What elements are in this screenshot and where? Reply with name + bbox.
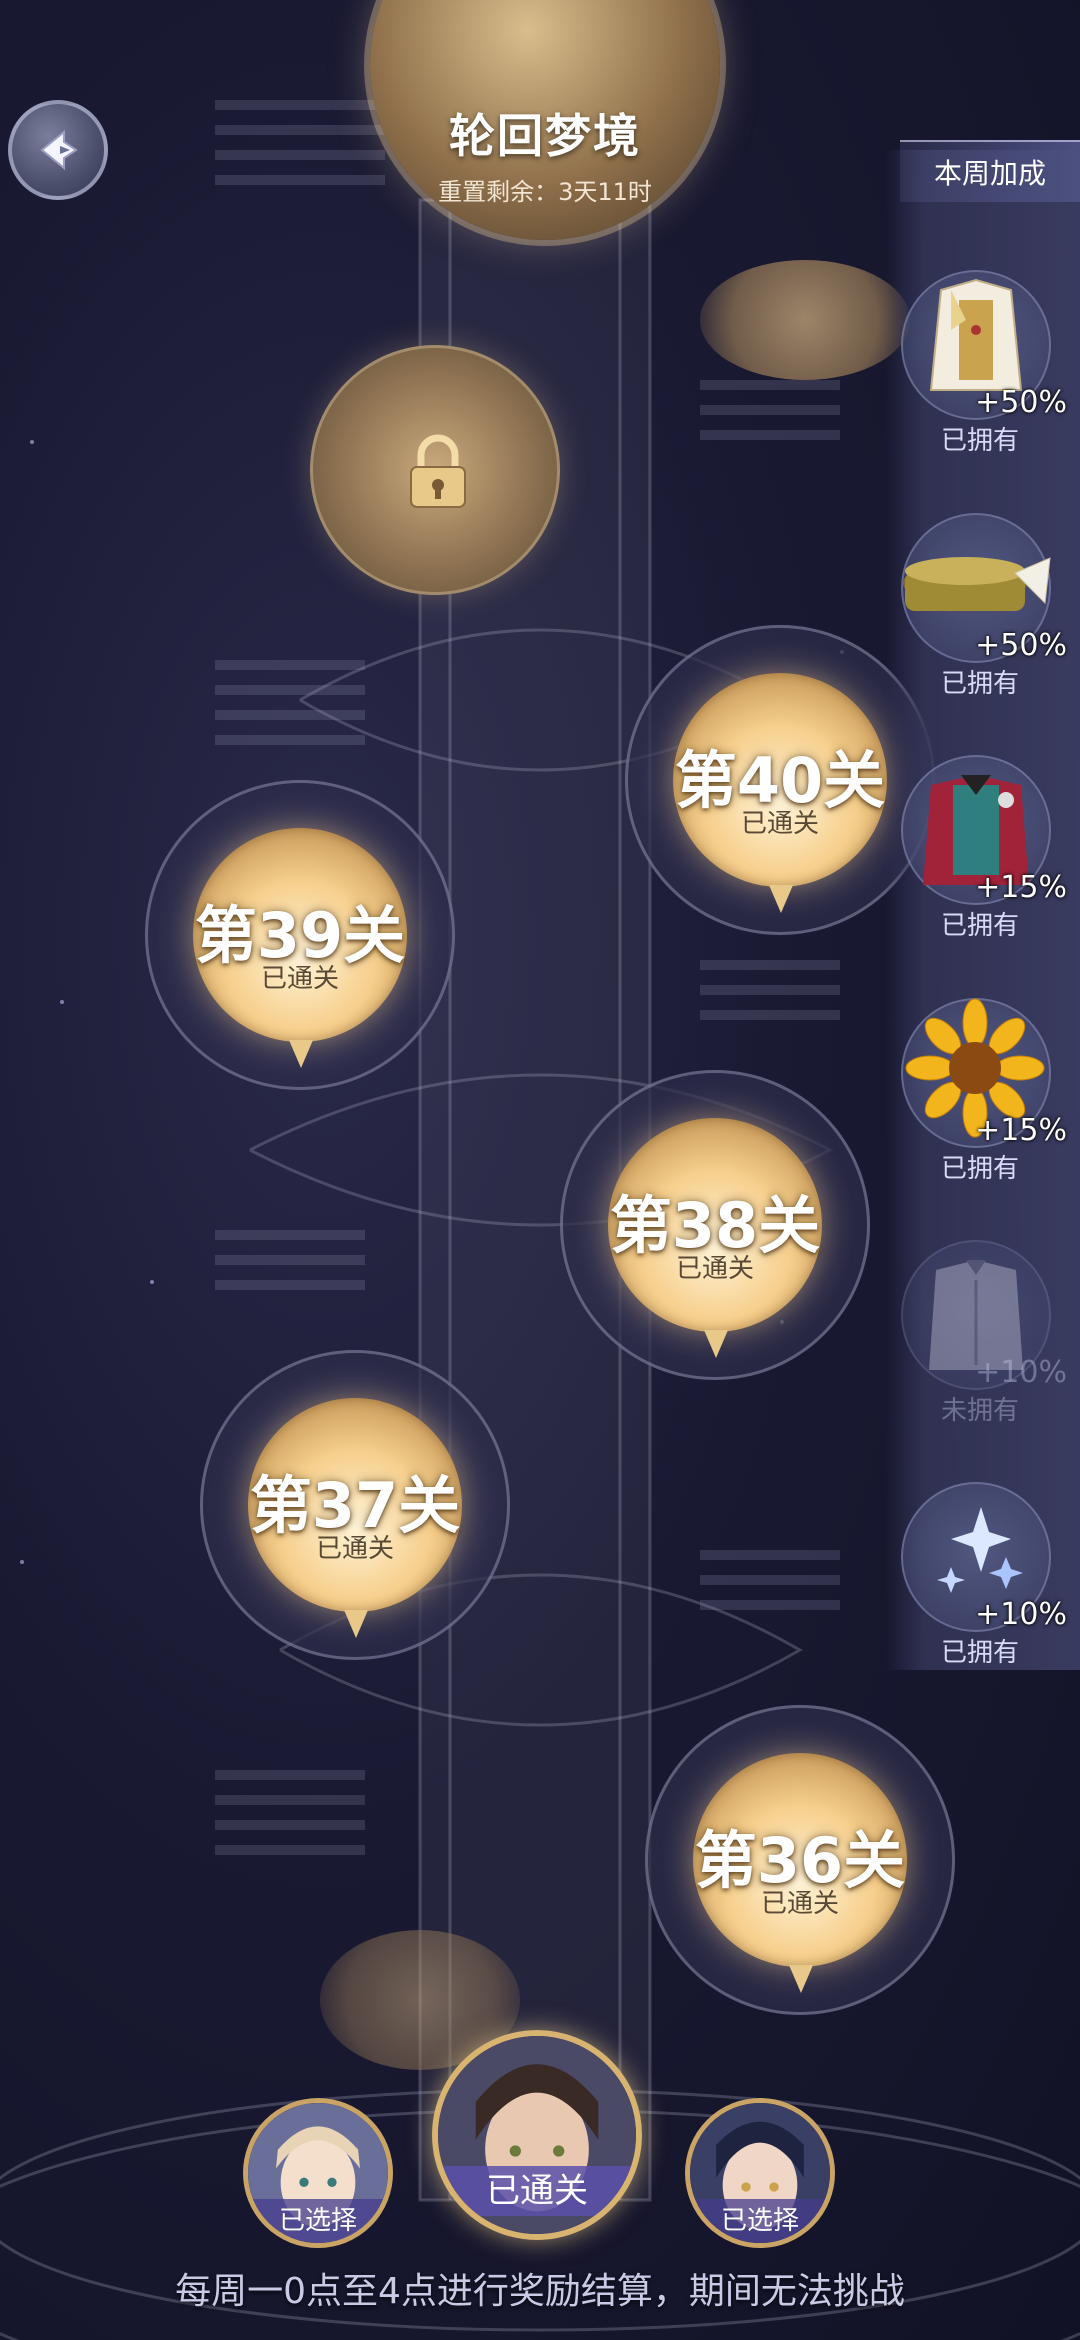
bonus-item-6[interactable]: +10% 已拥有 [895,1482,1075,1682]
upper-stage-glow [700,260,910,380]
settlement-notice: 每周一0点至4点进行奖励结算，期间无法挑战 [175,2271,905,2312]
stage-pointer [289,1040,313,1068]
bonus-status: 未拥有 [940,1396,1019,1426]
stage-node-36[interactable]: 第36关 已通关 [645,1705,955,2015]
lock-icon [410,434,466,508]
character-status: 已选择 [690,2199,830,2243]
bonus-item-2[interactable]: +50% 已拥有 [895,513,1075,713]
reset-timer: 重置剩余：3天11时 [438,178,652,206]
bonus-status: 已拥有 [940,1638,1019,1668]
character-slot-center[interactable]: 已通关 [432,2030,642,2240]
bonus-percent: +10% [975,1597,1067,1632]
character-slot-right[interactable]: 已选择 [685,2098,835,2248]
back-arrow-icon [40,129,78,171]
bonus-item-5[interactable]: +10% 未拥有 [895,1240,1075,1440]
bonus-item-1[interactable]: +50% 已拥有 [895,270,1075,470]
stage-node-38[interactable]: 第38关 已通关 [560,1070,870,1380]
stage-node-37[interactable]: 第37关 已通关 [200,1350,510,1660]
weekly-bonus-title[interactable]: 本周加成 [900,140,1080,202]
bonus-item-4[interactable]: +15% 已拥有 [895,998,1075,1198]
stage-status: 已通关 [760,1889,839,1919]
bonus-status: 已拥有 [940,426,1019,456]
bonus-status: 已拥有 [940,911,1019,941]
back-button[interactable] [8,100,108,200]
bonus-status: 已拥有 [940,669,1019,699]
stage-status: 已通关 [315,1534,394,1564]
character-slot-left[interactable]: 已选择 [243,2098,393,2248]
stage-pointer [769,885,793,913]
stage-status: 已通关 [260,964,339,994]
character-status: 已选择 [248,2199,388,2243]
bonus-percent: +10% [975,1355,1067,1390]
mode-title: 轮回梦境 [449,109,641,163]
locked-stage-node[interactable] [310,345,560,595]
bonus-percent: +50% [975,385,1067,420]
bonus-status: 已拥有 [940,1154,1019,1184]
stage-pointer [344,1610,368,1638]
bonus-percent: +15% [975,1113,1067,1148]
stage-status: 已通关 [675,1254,754,1284]
stage-pointer [704,1330,728,1358]
stage-node-39[interactable]: 第39关 已通关 [145,780,455,1090]
stage-pointer [789,1965,813,1993]
bonus-percent: +15% [975,870,1067,905]
bonus-percent: +50% [975,628,1067,663]
character-status: 已通关 [438,2166,636,2216]
bonus-item-3[interactable]: +15% 已拥有 [895,755,1075,955]
